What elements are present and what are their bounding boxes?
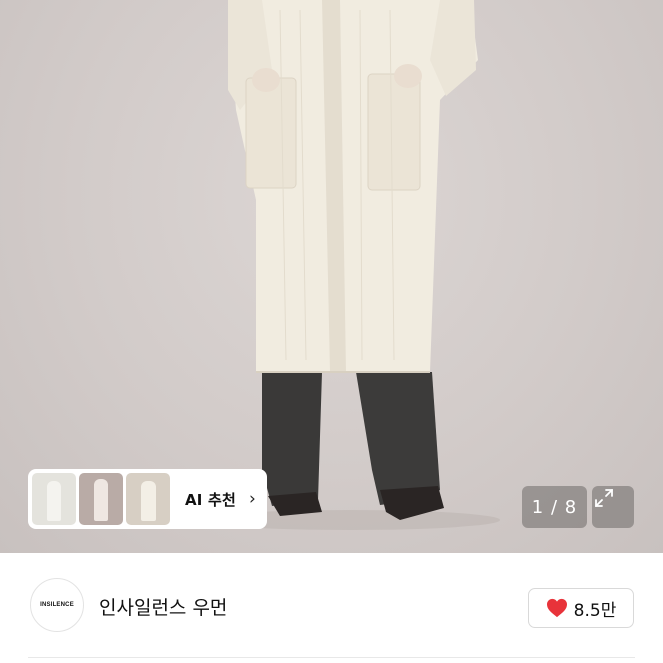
like-count: 8.5만: [573, 600, 617, 621]
product-image[interactable]: AI 추천 › 1 / 8: [0, 0, 663, 553]
recommend-thumbnail-1[interactable]: [32, 473, 76, 525]
brand-logo[interactable]: INSILENCE: [30, 578, 84, 632]
chevron-right-icon[interactable]: ›: [249, 490, 256, 508]
expand-button[interactable]: [592, 486, 634, 528]
heart-icon: [546, 598, 567, 618]
expand-arrows-icon: [595, 489, 613, 507]
recommend-thumbnail-2[interactable]: [79, 473, 123, 525]
brand-name[interactable]: 인사일런스 우먼: [99, 593, 227, 620]
image-counter: 1 / 8: [522, 486, 587, 528]
ai-recommend-card[interactable]: AI 추천 ›: [28, 469, 267, 529]
brand-logo-text: INSILENCE: [40, 602, 74, 608]
recommend-thumbnail-3[interactable]: [126, 473, 170, 525]
ai-recommend-label[interactable]: AI 추천: [185, 489, 236, 510]
like-button[interactable]: 8.5만: [528, 588, 634, 628]
divider: [28, 657, 635, 658]
brand-row: INSILENCE 인사일런스 우먼 8.5만: [0, 553, 663, 663]
product-page: AI 추천 › 1 / 8 INSILENCE 인사일런스 우먼 8.5만: [0, 0, 663, 663]
